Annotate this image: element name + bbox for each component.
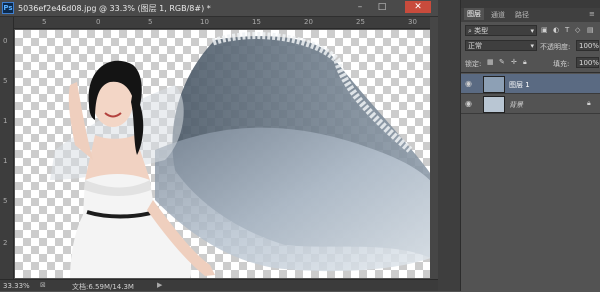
lock-position-icon[interactable]: ✛	[511, 58, 517, 66]
panel-menu-icon[interactable]: ≡	[589, 10, 595, 18]
ruler-label: 5	[42, 18, 47, 26]
panel-tabs: 图层 通道 路径 ≡	[461, 8, 600, 22]
layer-name[interactable]: 图层 1	[509, 80, 530, 90]
blend-mode-value: 正常	[468, 42, 482, 50]
ruler-label: 25	[356, 18, 365, 26]
tab-channels[interactable]: 通道	[491, 10, 505, 20]
filter-pixel-icon[interactable]: ▣	[541, 26, 548, 34]
ruler-label: 0	[96, 18, 101, 26]
chevron-down-icon: ▾	[530, 27, 534, 35]
panel-dock-gap	[438, 0, 460, 291]
ruler-label: 1	[3, 117, 8, 125]
ruler-label: 10	[200, 18, 209, 26]
window-controls: – □ ✕	[347, 0, 437, 16]
ruler-label: 30	[408, 18, 417, 26]
layer-name[interactable]: 背景	[509, 100, 523, 110]
visibility-eye-icon[interactable]: ◉	[465, 99, 474, 108]
fill-input[interactable]: 100%	[576, 57, 599, 68]
filter-smart-icon[interactable]: ▤	[587, 26, 594, 34]
document-tab[interactable]: Ps 5036ef2e46d08.jpg @ 33.3% (图层 1, RGB/…	[0, 0, 438, 17]
bride-photo	[50, 32, 438, 278]
blend-mode-select[interactable]: 正常 ▾	[465, 40, 537, 51]
filter-adjust-icon[interactable]: ◐	[553, 26, 559, 34]
chevron-down-icon: ▾	[530, 42, 534, 50]
document-title: 5036ef2e46d08.jpg @ 33.3% (图层 1, RGB/8#)…	[18, 4, 211, 13]
opacity-label: 不透明度:	[540, 43, 571, 51]
ruler-label: 15	[252, 18, 261, 26]
lock-pixels-icon[interactable]: ✎	[499, 58, 505, 66]
ruler-label: 5	[3, 77, 8, 85]
visibility-eye-icon[interactable]: ◉	[465, 79, 474, 88]
panel-header-bar[interactable]	[461, 0, 600, 8]
lock-label: 锁定:	[465, 60, 482, 68]
vertical-ruler[interactable]: 0 5 1 1 5 2	[0, 17, 14, 279]
photoshop-icon: Ps	[2, 2, 14, 14]
lock-icon: 🔒︎	[587, 99, 591, 107]
ruler-label: 2	[3, 239, 8, 247]
status-bar: 33.33% ⊠ 文档:6.59M/14.3M ▶	[0, 279, 438, 291]
layer-row-background[interactable]: ◉ 背景 🔒︎	[461, 94, 600, 114]
tab-paths[interactable]: 路径	[515, 10, 529, 20]
layers-panel: 图层 通道 路径 ≡ ⌕ 类型 ▾ ▣ ◐ T ◇ ▤ 正常 ▾ 不透明度: 100…	[460, 0, 600, 291]
fill-label: 填充:	[553, 60, 570, 68]
filter-kind-value: 类型	[474, 27, 489, 35]
ruler-label: 5	[148, 18, 153, 26]
divider	[461, 72, 600, 73]
status-menu-arrow-icon[interactable]: ▶	[157, 281, 162, 289]
tab-layers[interactable]: 图层	[464, 8, 484, 20]
image-canvas[interactable]	[15, 30, 438, 278]
ruler-label: 0	[3, 37, 8, 45]
close-button[interactable]: ✕	[405, 1, 431, 13]
layer-filter-select[interactable]: ⌕ 类型 ▾	[465, 25, 537, 36]
lock-transparency-icon[interactable]: ▦	[487, 58, 494, 66]
filter-type-icon[interactable]: T	[565, 26, 569, 34]
ruler-label: 1	[3, 157, 8, 165]
filter-shape-icon[interactable]: ◇	[575, 26, 580, 34]
vertical-scrollbar[interactable]	[430, 17, 438, 279]
status-icon[interactable]: ⊠	[40, 281, 46, 289]
restore-button[interactable]: □	[375, 1, 389, 13]
opacity-input[interactable]: 100%	[576, 40, 599, 51]
lock-all-icon[interactable]: 🔒︎	[523, 58, 527, 67]
layer-thumbnail	[483, 76, 505, 93]
ruler-label: 20	[304, 18, 313, 26]
minimize-button[interactable]: –	[353, 1, 367, 13]
zoom-level[interactable]: 33.33%	[3, 282, 30, 290]
layer-row-layer1[interactable]: ◉ 图层 1	[461, 74, 600, 94]
layer-thumbnail	[483, 96, 505, 113]
horizontal-ruler[interactable]: 5 0 5 10 15 20 25 30	[14, 17, 438, 29]
ruler-label: 5	[3, 197, 8, 205]
